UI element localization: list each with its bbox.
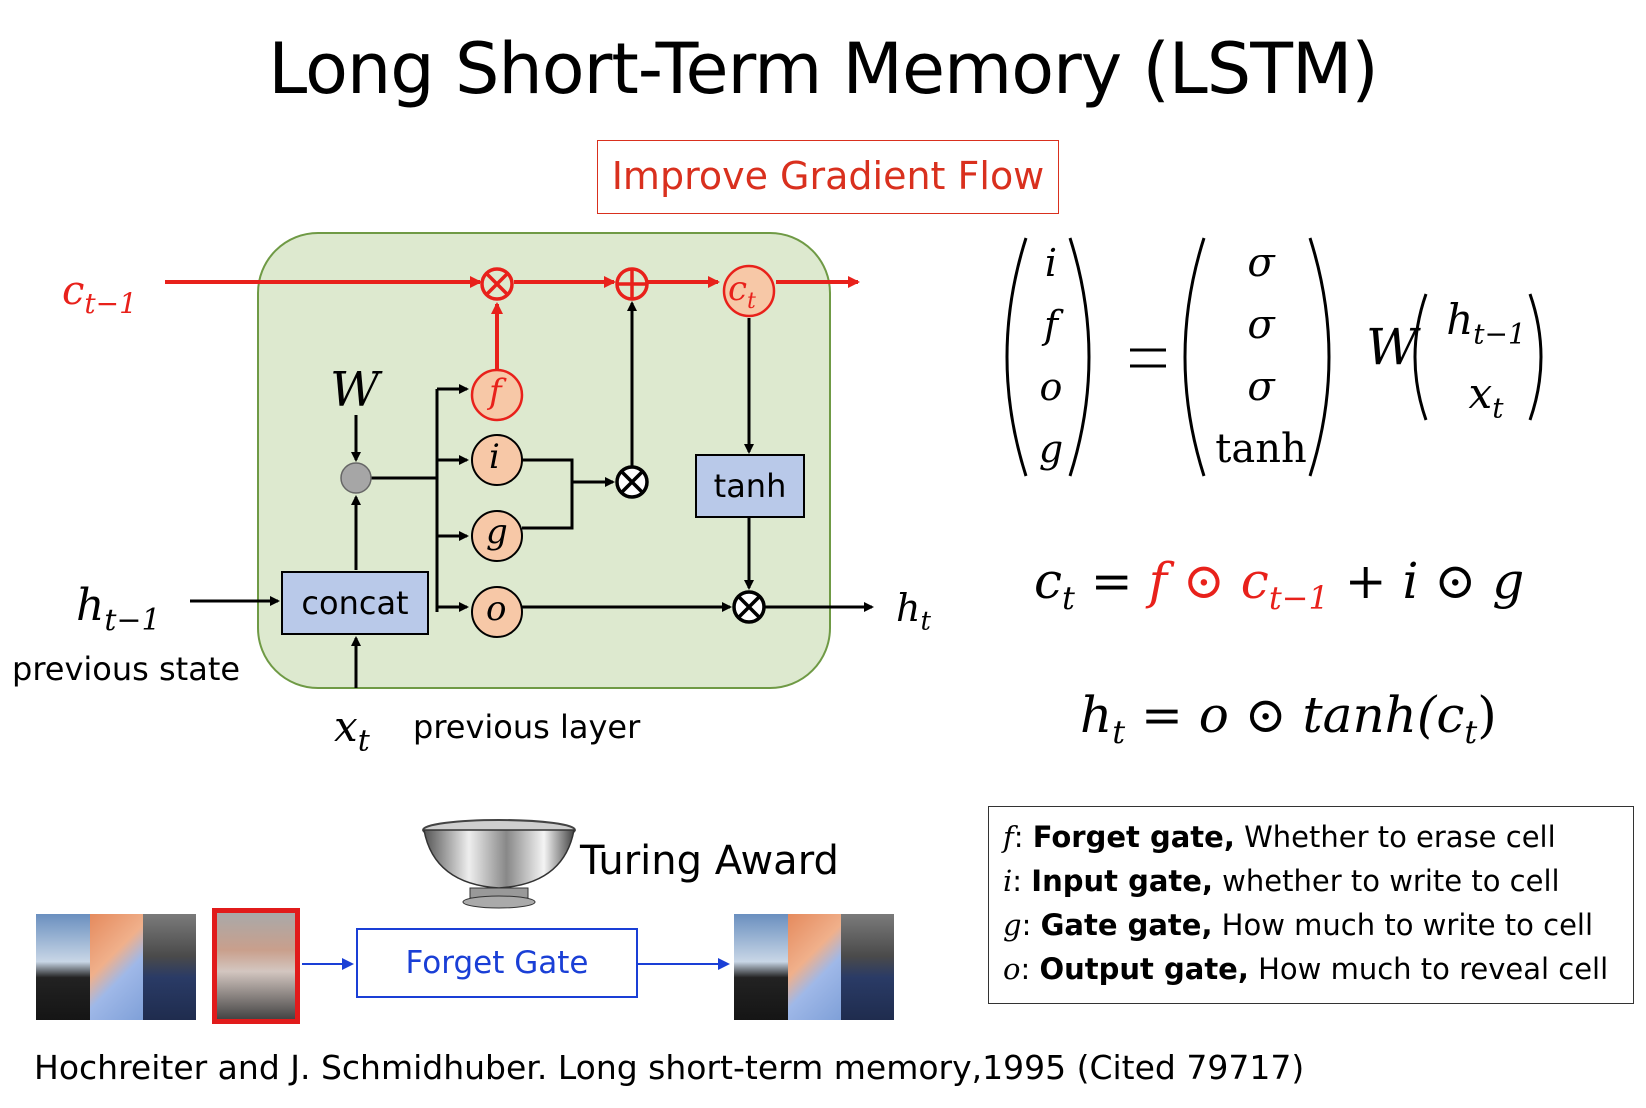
legend-sym-g: g: [1003, 908, 1022, 942]
gate-vector-o: o: [1039, 365, 1063, 409]
input-h-subscript: t−1: [1473, 317, 1526, 351]
ht-label: ht: [896, 586, 931, 637]
hochreiter-photo: [212, 908, 300, 1024]
ct-symbol: c: [728, 269, 748, 309]
ht-symbol: h: [896, 586, 921, 630]
forget-gate-box: Forget Gate: [356, 928, 638, 998]
input-gate-multiply-icon: [615, 465, 649, 499]
hidden-eq-close: ): [1477, 686, 1497, 744]
legend-gate-forget: Forget gate,: [1032, 820, 1235, 854]
gate-legend: f: Forget gate, Whether to erase cell i:…: [988, 806, 1634, 1004]
hidden-state-equation: ht = o ⊙ tanh(ct): [1080, 686, 1497, 751]
activation-sigma-3: σ: [1247, 364, 1275, 410]
legend-desc-output: How much to reveal cell: [1248, 952, 1609, 986]
ct-node-label: ct: [728, 269, 756, 314]
xt-subscript: t: [357, 723, 370, 759]
cell-eq-rest: + i ⊙ g: [1344, 552, 1525, 610]
legend-sym-o: o: [1003, 952, 1021, 986]
cell-eq-lhs: c: [1034, 552, 1063, 610]
hidden-eq-lhs-subscript: t: [1112, 713, 1126, 751]
input-vector: ht−1 xt: [1432, 290, 1540, 439]
gate-vector-g: g: [1038, 427, 1064, 471]
turing-award-label: Turing Award: [580, 838, 839, 884]
output-multiply-icon: [732, 590, 766, 624]
input-h: h: [1446, 295, 1474, 344]
previous-state-label: previous state: [12, 650, 241, 688]
turing-laureates-photo-left: [36, 914, 196, 1020]
hidden-eq-rhs: = o ⊙ tanh(c: [1140, 686, 1465, 744]
cell-add-icon: [615, 267, 649, 301]
trophy-bowl-icon: [422, 819, 576, 909]
legend-gate-output: Output gate,: [1039, 952, 1249, 986]
concat-label: concat: [301, 584, 409, 622]
gate-gate-label: g: [486, 512, 508, 552]
activation-sigma-1: σ: [1247, 240, 1275, 286]
cell-state-equation: ct = f ⊙ ct−1 + i ⊙ g: [1034, 552, 1525, 617]
h-prev-label: ht−1: [76, 580, 161, 638]
legend-gate-gate: Gate gate,: [1040, 908, 1213, 942]
weight-label: W: [330, 362, 380, 418]
cell-eq-lhs-subscript: t: [1062, 579, 1075, 617]
gate-vector-i: i: [1044, 241, 1058, 285]
turing-laureates-photo-right: [734, 914, 894, 1020]
legend-row-forget: f: Forget gate, Whether to erase cell: [1003, 820, 1556, 854]
legend-desc-input: whether to write to cell: [1212, 864, 1560, 898]
legend-row-output: o: Output gate, How much to reveal cell: [1003, 952, 1609, 986]
input-x-subscript: t: [1492, 391, 1504, 425]
legend-row-gate: g: Gate gate, How much to write to cell: [1003, 908, 1594, 942]
h-prev-symbol: h: [76, 580, 105, 631]
legend-row-input: i: Input gate, whether to write to cell: [1003, 864, 1560, 898]
xt-symbol: x: [334, 702, 358, 751]
input-gate-label: i: [489, 437, 500, 477]
previous-layer-label: previous layer: [413, 708, 641, 746]
ct-subscript: t: [747, 288, 756, 314]
ht-subscript: t: [920, 606, 931, 637]
xt-label: xt: [334, 702, 370, 758]
hidden-eq-rhs-subscript: t: [1464, 713, 1478, 751]
c-prev-subscript: t−1: [84, 287, 137, 320]
input-x: x: [1468, 369, 1493, 419]
cell-eq-cprev-subscript: t−1: [1268, 579, 1329, 617]
hidden-eq-lhs: h: [1080, 686, 1113, 744]
activation-sigma-2: σ: [1247, 302, 1275, 348]
activation-vector: σ σ σ tanh: [1206, 232, 1316, 480]
forget-gate-label: f: [489, 372, 502, 412]
c-prev-symbol: c: [62, 268, 85, 314]
activation-tanh: tanh: [1215, 426, 1307, 472]
h-prev-subscript: t−1: [104, 602, 161, 638]
legend-desc-gate: How much to write to cell: [1212, 908, 1594, 942]
legend-sym-f: f: [1003, 820, 1014, 854]
gate-vector: i f o g: [1036, 232, 1066, 480]
legend-sym-i: i: [1003, 864, 1013, 898]
c-prev-label: ct−1: [62, 268, 137, 320]
cell-eq-forget: f: [1148, 552, 1168, 610]
gate-vector-f: f: [1043, 303, 1059, 347]
legend-desc-forget: Whether to erase cell: [1234, 820, 1556, 854]
output-gate-label: o: [486, 589, 507, 629]
cell-eq-cprev: c: [1240, 552, 1269, 610]
legend-gate-input: Input gate,: [1031, 864, 1213, 898]
tanh-label: tanh: [713, 467, 787, 505]
weight-junction: [340, 462, 372, 494]
weight-matrix-symbol: W: [1366, 318, 1418, 376]
citation: Hochreiter and J. Schmidhuber. Long shor…: [34, 1048, 1305, 1087]
